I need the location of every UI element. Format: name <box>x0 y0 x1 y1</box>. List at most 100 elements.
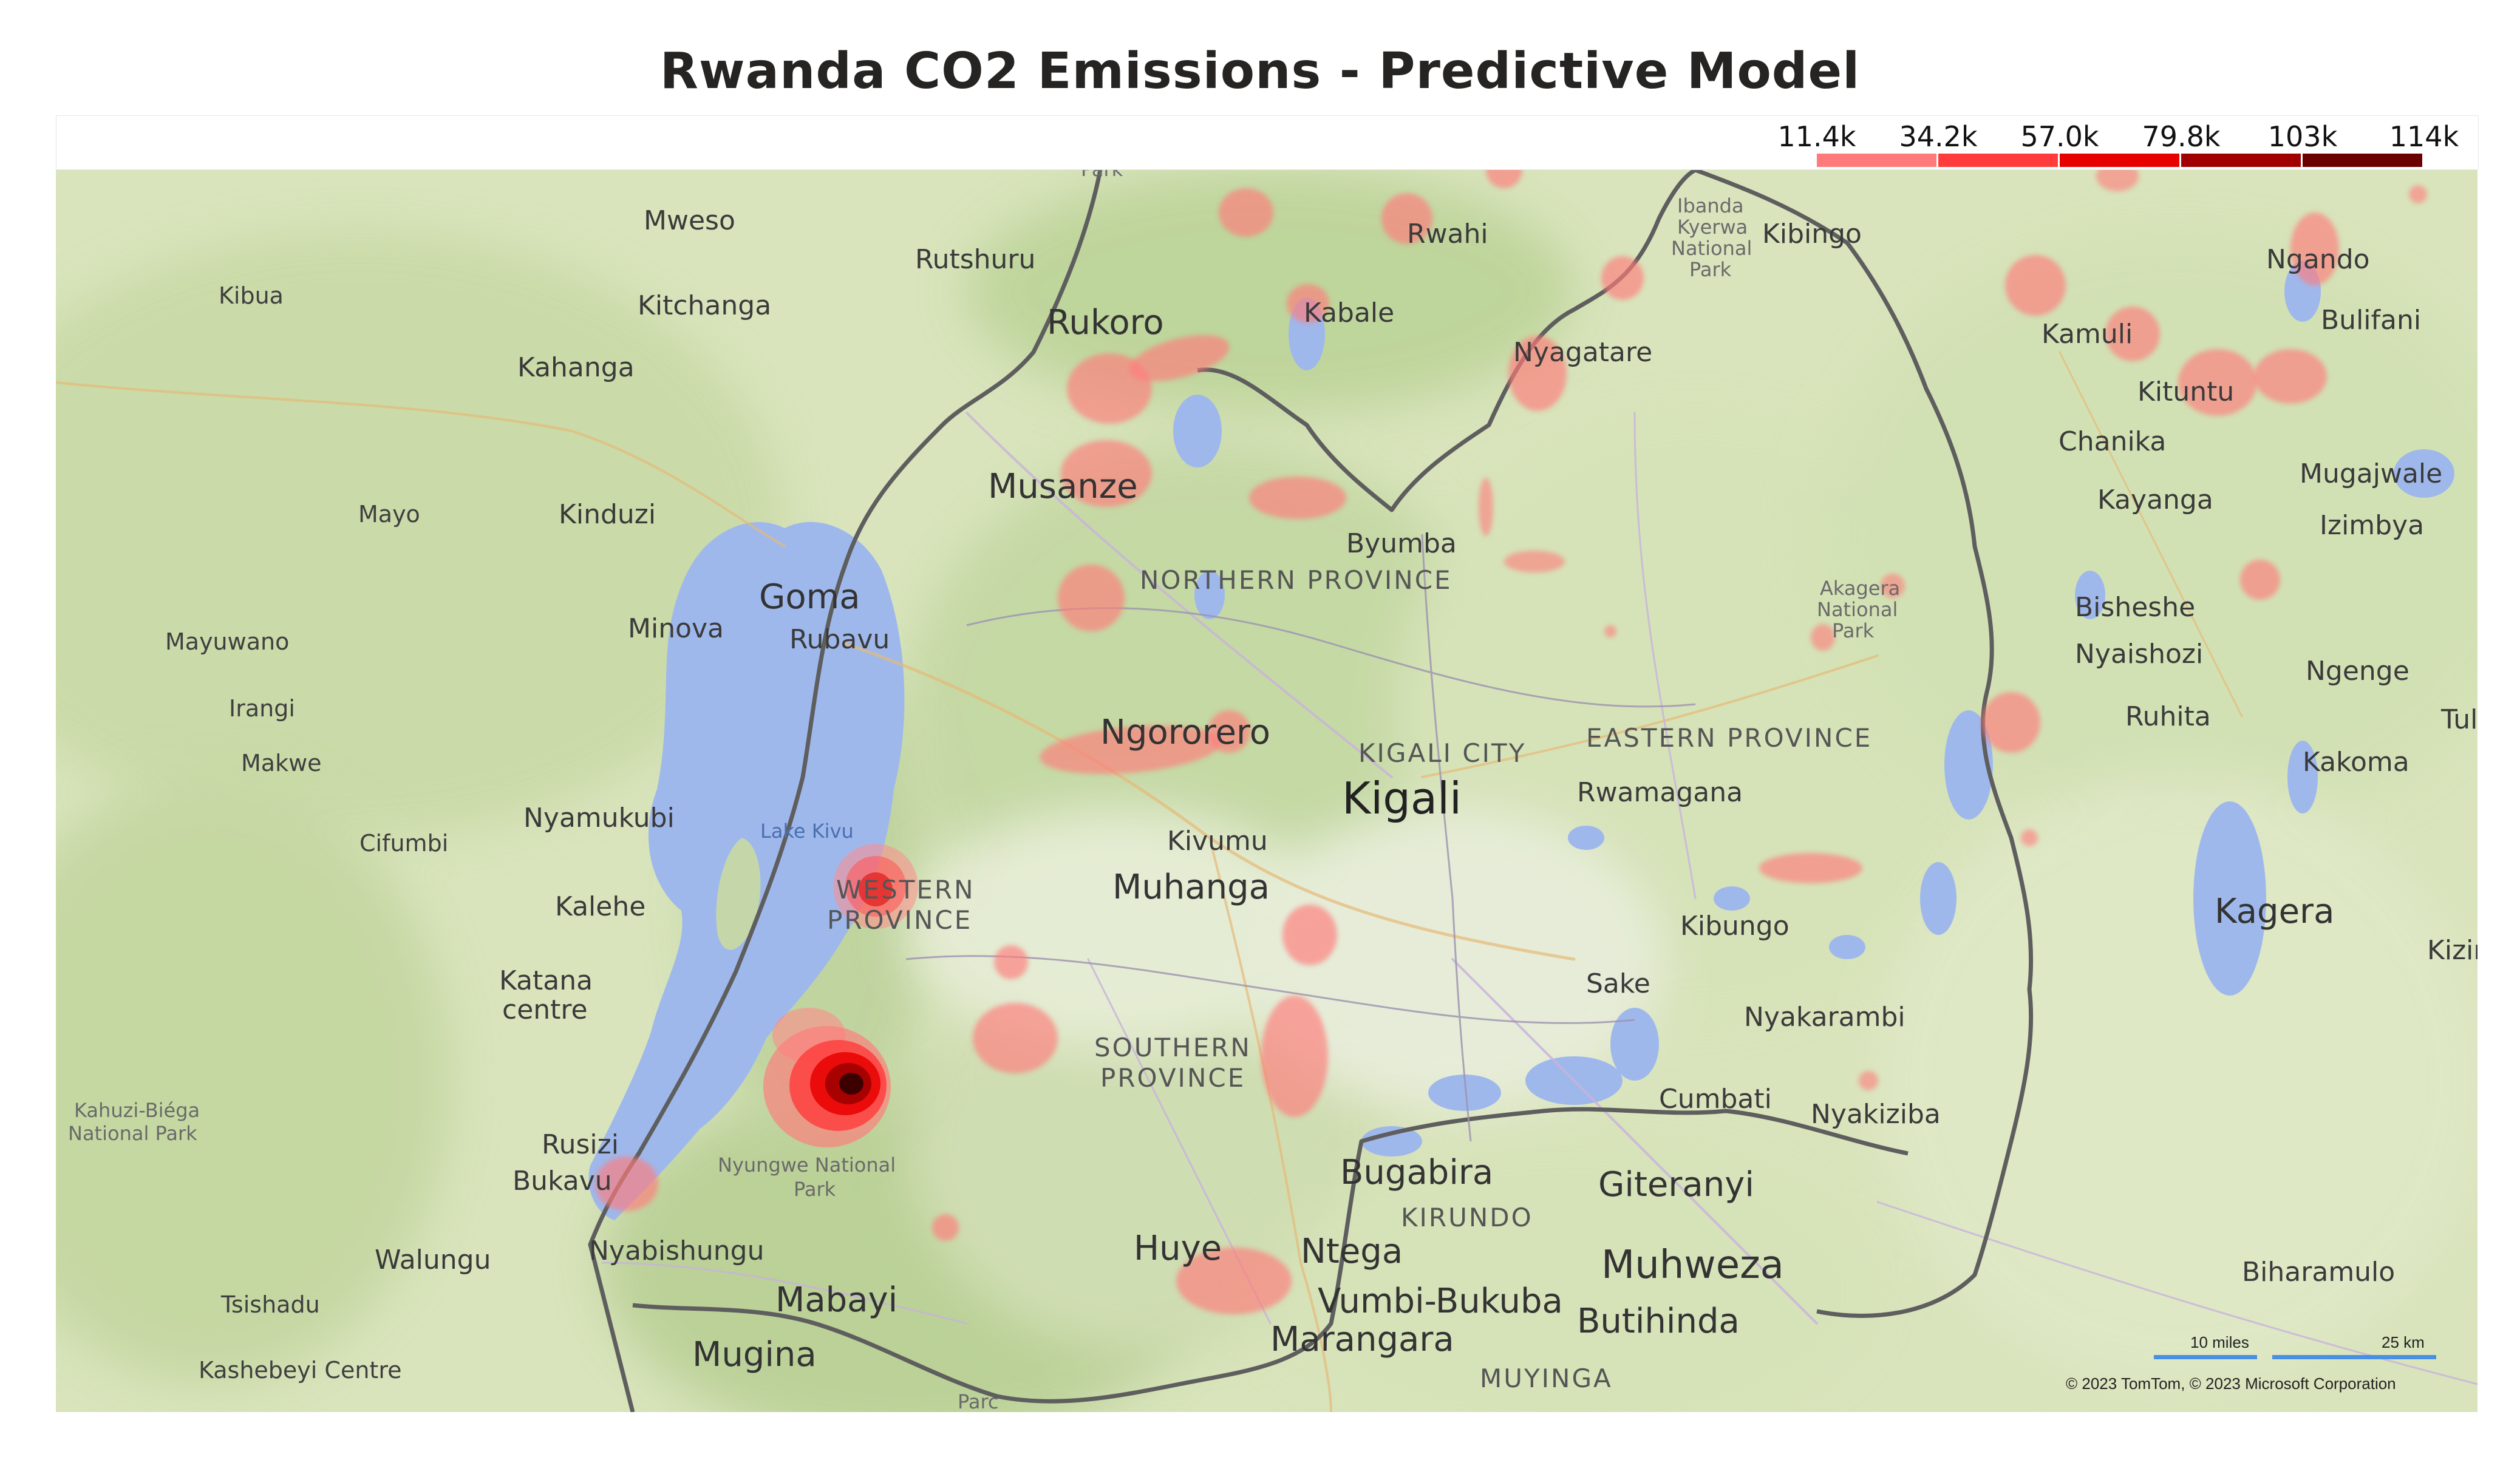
label-bugabira: Bugabira <box>1340 1153 1493 1192</box>
scale-km-bar <box>2272 1355 2436 1359</box>
label-northern: NORTHERN PROVINCE <box>1140 565 1452 595</box>
label-ibanda-2: Kyerwa <box>1677 216 1748 239</box>
label-kibungo: Kibungo <box>1680 911 1790 942</box>
label-kinduzi: Kinduzi <box>559 499 656 530</box>
scale-miles-label: 10 miles <box>2190 1333 2249 1351</box>
scale-km-label: 25 km <box>2382 1333 2425 1351</box>
blob-kibingo-e[interactable] <box>2005 255 2066 316</box>
label-mugajwale: Mugajwale <box>2300 458 2442 489</box>
legend-color-ramp <box>1817 154 2424 167</box>
label-kitchanga: Kitchanga <box>638 290 771 321</box>
label-mayuwano: Mayuwano <box>165 628 289 655</box>
blob-ruhita[interactable] <box>1982 692 2040 753</box>
label-ngando: Ngando <box>2266 244 2370 275</box>
label-western-2: PROVINCE <box>827 905 972 935</box>
label-kakoma: Kakoma <box>2303 747 2409 778</box>
label-kibua: Kibua <box>219 282 284 309</box>
map-title: Rwanda CO2 Emissions - Predictive Model <box>659 42 1861 100</box>
blob-akagera[interactable] <box>1811 624 1835 651</box>
label-tul: Tul <box>2440 704 2477 735</box>
label-kahanga: Kahanga <box>517 352 635 383</box>
blob-muhanga-s[interactable] <box>1282 905 1337 965</box>
blob-east-a[interactable] <box>1504 551 1565 572</box>
label-nyungwe-1: Nyungwe National <box>718 1153 896 1177</box>
blob-southern-w[interactable] <box>973 1003 1058 1073</box>
label-butihinda: Butihinda <box>1577 1302 1740 1341</box>
label-ngenge: Ngenge <box>2306 656 2409 687</box>
label-kabale: Kabale <box>1304 297 1394 328</box>
blob-nyungwe-s[interactable] <box>932 1214 959 1241</box>
label-kalehe: Kalehe <box>555 891 645 922</box>
label-byumba: Byumba <box>1346 528 1457 559</box>
label-tsishadu: Tsishadu <box>220 1291 320 1318</box>
label-nyakiziba: Nyakiziba <box>1811 1099 1941 1130</box>
label-kivumu: Kivumu <box>1167 826 1268 857</box>
blob-southern-e[interactable] <box>1261 996 1328 1117</box>
label-kirundo: KIRUNDO <box>1401 1203 1533 1232</box>
blob-nyagatare-n[interactable] <box>1601 256 1644 300</box>
label-kituntu: Kituntu <box>2137 376 2234 407</box>
blob-north-a[interactable] <box>1219 188 1273 237</box>
blob-nyakiziba[interactable] <box>1859 1071 1878 1090</box>
label-mabayi: Mabayi <box>775 1280 897 1320</box>
label-kigali-city: KIGALI CITY <box>1358 738 1526 768</box>
label-goma: Goma <box>759 577 860 617</box>
label-nyaishozi: Nyaishozi <box>2075 639 2203 670</box>
label-kagera: Kagera <box>2215 892 2334 931</box>
label-minova: Minova <box>628 613 724 644</box>
label-muhweza: Muhweza <box>1601 1243 1784 1288</box>
blob-kibungo[interactable] <box>1759 853 1862 883</box>
legend-label-1: 11.4k <box>1777 120 1856 153</box>
blob-ne-b[interactable] <box>2409 185 2427 203</box>
label-kayanga: Kayanga <box>2097 484 2213 515</box>
label-akagera-3: Park <box>1832 619 1875 642</box>
blob-bisheshe[interactable] <box>2240 560 2280 600</box>
label-mayo: Mayo <box>358 501 420 528</box>
label-bulifani: Bulifani <box>2321 305 2421 336</box>
label-cifumbi: Cifumbi <box>359 830 448 857</box>
label-ruhita: Ruhita <box>2125 701 2211 732</box>
label-southern-2: PROVINCE <box>1100 1063 1245 1093</box>
blob-byumba-e[interactable] <box>1479 478 1493 536</box>
label-nyamukubi: Nyamukubi <box>523 803 675 834</box>
label-western-1: WESTERN <box>836 875 975 905</box>
legend-label-6: 114k <box>2389 120 2459 153</box>
label-eastern: EASTERN PROVINCE <box>1586 723 1872 753</box>
blob-west-c[interactable] <box>994 945 1028 979</box>
label-muhanga: Muhanga <box>1112 868 1270 907</box>
map-canvas[interactable]: Mweso Rutshuru Rukoro Kibua Kitchanga Ka… <box>56 170 2477 1412</box>
label-nyakarambi: Nyakarambi <box>1744 1002 1905 1033</box>
label-makwe: Makwe <box>241 750 322 776</box>
legend-swatch-4 <box>2181 154 2301 167</box>
label-muyinga: MUYINGA <box>1480 1364 1613 1393</box>
label-rusizi: Rusizi <box>542 1129 619 1160</box>
legend-swatch-1 <box>1817 154 1936 167</box>
label-nyabishungu: Nyabishungu <box>589 1235 764 1266</box>
color-legend: 11.4k 34.2k 57.0k 79.8k 103k 114k <box>1773 120 2465 153</box>
map-copyright: © 2023 TomTom, © 2023 Microsoft Corporat… <box>2066 1374 2396 1393</box>
label-sake: Sake <box>1586 968 1650 999</box>
label-mweso: Mweso <box>644 205 735 236</box>
label-ngororero: Ngororero <box>1100 713 1270 752</box>
blob-byumba-w[interactable] <box>1249 477 1346 519</box>
legend-label-5: 103k <box>2267 120 2338 153</box>
label-park-top: Park <box>1081 170 1123 181</box>
label-akagera-2: National <box>1817 598 1898 621</box>
label-irangi: Irangi <box>229 695 295 722</box>
blob-east-b[interactable] <box>1604 625 1616 637</box>
hotspot-nyungwe-ring-6[interactable] <box>839 1073 863 1095</box>
label-katana-centre: centre <box>502 994 588 1025</box>
blob-kagera-w[interactable] <box>2021 829 2038 846</box>
label-ibanda-4: Park <box>1689 258 1732 281</box>
blob-northern[interactable] <box>1058 565 1125 631</box>
label-izimbya: Izimbya <box>2320 510 2424 541</box>
label-southern-1: SOUTHERN <box>1094 1033 1251 1062</box>
legend-swatch-2 <box>1938 154 2058 167</box>
label-giteranyi: Giteranyi <box>1598 1165 1754 1204</box>
blob-kituntu-b[interactable] <box>2254 349 2327 404</box>
label-ntega: Ntega <box>1301 1232 1403 1271</box>
label-huye: Huye <box>1134 1229 1222 1268</box>
label-rubavu: Rubavu <box>789 624 890 655</box>
label-biharamulo: Biharamulo <box>2242 1257 2395 1288</box>
label-cumbati: Cumbati <box>1659 1084 1772 1115</box>
